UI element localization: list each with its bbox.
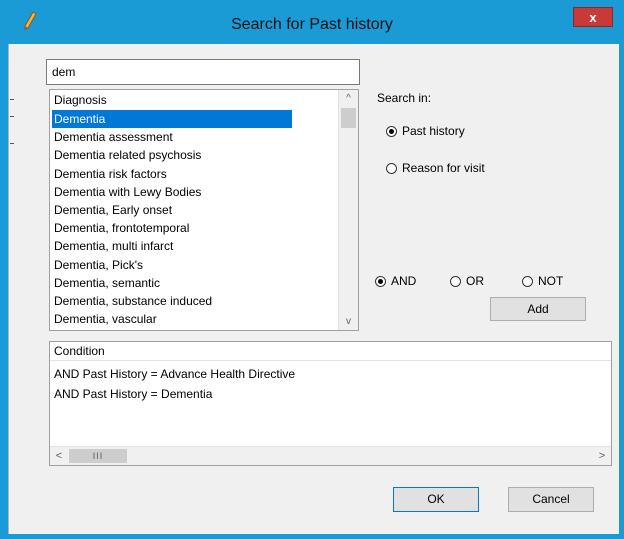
list-item[interactable]: Dementia with Lewy Bodies [52,183,338,201]
list-item[interactable]: Dementia [52,110,292,129]
radio-label: Reason for visit [402,161,485,175]
search-in-label: Search in: [377,91,432,105]
radio-reason-for-visit[interactable]: Reason for visit [386,161,485,175]
list-item[interactable]: Dementia assessment [52,128,338,146]
diagnosis-listbox[interactable]: Diagnosis Dementia Dementia assessment Dem… [49,89,359,331]
list-item[interactable]: Dementia, multi infarct [52,237,338,255]
left-edge-mark [10,116,14,117]
ok-button[interactable]: OK [393,487,479,512]
radio-indicator[interactable] [386,162,397,174]
radio-and[interactable]: AND [375,274,416,288]
scroll-left-button[interactable]: < [50,447,68,465]
list-item[interactable]: Dementia related psychosis [52,146,338,164]
list-item[interactable]: Dementia, semantic [52,274,338,292]
list-column-header: Diagnosis [54,93,107,107]
search-dialog-window: Search for Past history x Diagnosis Deme… [0,0,624,539]
list-item[interactable]: Dementia, frontotemporal [52,219,338,237]
condition-row[interactable]: AND Past History = Dementia [54,384,295,404]
dialog-title: Search for Past history [231,16,393,33]
radio-label: AND [391,274,417,288]
radio-or[interactable]: OR [450,274,484,288]
radio-indicator[interactable] [375,275,386,287]
radio-label: OR [466,274,484,288]
search-input[interactable] [46,59,360,85]
left-edge-mark [10,143,14,144]
title-bar[interactable]: Search for Past history x [0,0,624,44]
condition-row[interactable]: AND Past History = Advance Health Direct… [54,364,295,384]
radio-indicator[interactable] [522,275,533,287]
vertical-scrollbar[interactable]: ^ v [338,90,358,330]
condition-rows: AND Past History = Advance Health Direct… [54,364,295,404]
scroll-right-button[interactable]: > [593,447,611,465]
close-button[interactable]: x [573,7,613,27]
radio-indicator[interactable] [450,275,461,287]
list-item[interactable]: Dementia risk factors [52,165,338,183]
scroll-up-button[interactable]: ^ [339,90,358,107]
horizontal-scrollbar[interactable]: < III > [50,446,611,465]
scroll-thumb[interactable] [341,108,356,128]
condition-list[interactable]: Condition AND Past History = Advance Hea… [49,341,612,466]
scroll-thumb-grip[interactable]: III [69,449,127,463]
radio-label: NOT [538,274,564,288]
left-edge-mark [10,99,14,100]
list-item[interactable]: Dementia, vascular [52,310,338,328]
radio-past-history[interactable]: Past history [386,124,465,138]
cancel-button[interactable]: Cancel [508,487,594,512]
radio-not[interactable]: NOT [522,274,563,288]
radio-label: Past history [402,124,465,138]
dialog-body: Diagnosis DementiaDementia assessmentDem… [8,44,619,534]
scroll-down-button[interactable]: v [339,313,358,330]
list-items: Dementia Dementia assessment Dementia rela… [52,110,338,328]
add-button[interactable]: Add [490,297,586,321]
list-item[interactable]: Dementia, Early onset [52,201,338,219]
radio-indicator[interactable] [386,125,397,137]
list-item[interactable]: Dementia, substance induced [52,292,338,310]
condition-column-header: Condition [50,342,611,361]
list-item[interactable]: Dementia, Pick's [52,256,338,274]
